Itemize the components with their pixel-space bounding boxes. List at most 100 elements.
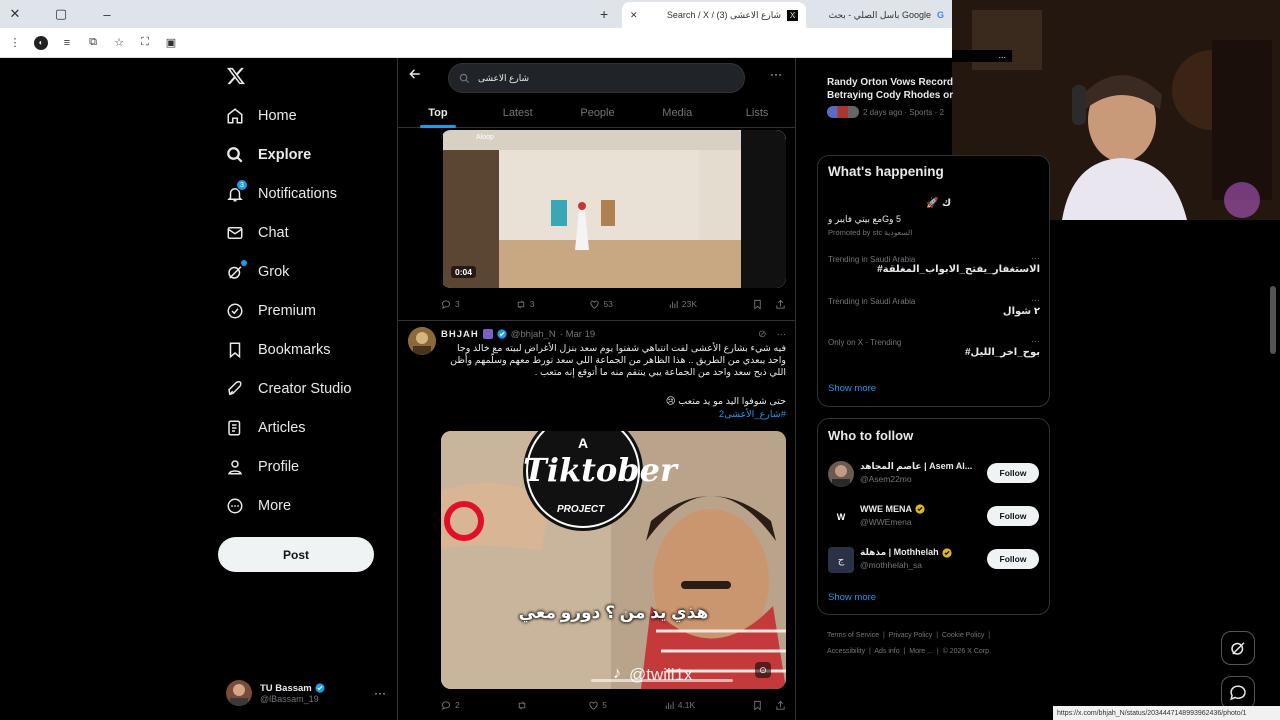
browser-tab-active[interactable]: ✕ Search / X / (3) شارع الاعشى X [622, 2, 806, 28]
messages-float-button[interactable] [1221, 676, 1255, 710]
nav-label: Articles [258, 419, 306, 436]
nav-label: Chat [258, 224, 289, 241]
reading-list-icon[interactable]: ≡ [60, 36, 74, 50]
trend-more-icon[interactable]: ··· [1031, 336, 1040, 346]
tweet-avatar[interactable] [408, 327, 436, 355]
tweet-video[interactable]: Aloop 0:04 [441, 130, 786, 288]
grok-float-button[interactable] [1221, 631, 1255, 665]
tab-people[interactable]: People [558, 98, 638, 128]
account-switcher[interactable]: TU Bassam @lBassam_19 ··· [226, 676, 386, 710]
video-progress-bar[interactable] [591, 679, 733, 682]
bookmark-icon[interactable] [752, 299, 763, 310]
reply-button[interactable]: 2 [441, 700, 460, 711]
views-button[interactable]: 23K [668, 299, 697, 310]
nav-chat[interactable]: Chat [218, 213, 398, 252]
bookmark-icon[interactable] [752, 700, 763, 711]
footer-link[interactable]: Cookie Policy [942, 632, 984, 639]
nav-explore[interactable]: Explore [218, 135, 398, 174]
follow-suggestion[interactable]: W WWE MENA @WWEmena Follow [828, 502, 1040, 530]
tab-lists[interactable]: Lists [717, 98, 795, 128]
trend-item[interactable]: Only on X · Trending #بوح_اخر_الليل ··· [828, 336, 1040, 358]
share-icon[interactable] [775, 700, 786, 711]
nav-home[interactable]: Home [218, 96, 398, 135]
person-icon [228, 459, 242, 474]
reply-button[interactable]: 3 [441, 299, 460, 310]
star-bookmark-icon[interactable]: ☆ [112, 36, 126, 50]
search-options-icon[interactable]: ··· [770, 67, 782, 81]
follow-button[interactable]: Follow [987, 549, 1039, 569]
puzzle-icon[interactable]: ⧉ [86, 36, 100, 50]
cast-icon[interactable]: ▣ [164, 36, 178, 50]
tweet-author-handle[interactable]: @bhjah_N [511, 329, 556, 340]
nav-notifications[interactable]: 3 Notifications [218, 174, 398, 213]
follow-button[interactable]: Follow [987, 463, 1039, 483]
footer-link[interactable]: More ... [909, 648, 933, 655]
x-logo-icon[interactable] [226, 66, 246, 86]
close-window-icon[interactable]: ✕ [0, 0, 30, 28]
account-handle: @Asem22mo [860, 474, 912, 484]
tab-close-icon[interactable]: ✕ [790, 10, 798, 21]
repost-button[interactable]: 3 [515, 299, 534, 310]
tab-top[interactable]: Top [398, 98, 478, 128]
like-button[interactable]: 53 [589, 299, 613, 310]
new-tab-icon[interactable]: + [600, 6, 608, 22]
tweet-video[interactable]: A Tiktober PROJECT هذي يد من ؟ دورو معي … [441, 431, 786, 689]
trend-item[interactable]: Trending in Saudi Arabia ٢ شوال ··· [828, 295, 1040, 317]
nav-profile[interactable]: Profile [218, 447, 398, 486]
page-scrollbar[interactable] [1270, 286, 1276, 354]
nav-label: Bookmarks [258, 341, 331, 358]
browser-tab[interactable]: ✕ باسل الصلي - بحث Google G [782, 2, 952, 28]
tweet-header: BHJAH @bhjah_N · Mar 19 ⊘ ··· [441, 328, 786, 340]
reply-icon [441, 700, 451, 710]
footer-link[interactable]: Terms of Service [827, 632, 879, 639]
minimize-window-icon[interactable]: – [92, 0, 122, 28]
trend-more-icon[interactable]: ··· [1031, 253, 1040, 263]
account-handle: @mothhelah_sa [860, 560, 923, 570]
footer-link[interactable]: Privacy Policy [889, 632, 933, 639]
back-arrow-icon[interactable] [408, 67, 422, 81]
share-icon[interactable] [775, 299, 786, 310]
search-icon [227, 146, 243, 163]
show-more-link[interactable]: Show more [828, 592, 876, 603]
video-settings-icon[interactable]: ⊙ [755, 662, 771, 678]
trend-item[interactable]: Trending in Saudi Arabia #الاستغفار_يفتح… [828, 253, 1040, 275]
nav-articles[interactable]: Articles [218, 408, 398, 447]
screenshot-icon[interactable]: ⛶ [138, 36, 152, 50]
grok-icon[interactable]: ⊘ [758, 329, 766, 340]
like-button[interactable]: 5 [588, 700, 607, 711]
account-more-icon[interactable]: ··· [374, 686, 386, 700]
browser-tabstrip: ✕ ▢ – + ✕ Search / X / (3) شارع الاعشى X… [0, 0, 952, 28]
tab-close-icon[interactable]: ✕ [630, 10, 638, 21]
footer-link[interactable]: Ads info [874, 648, 899, 655]
views-button[interactable]: 4.1K [664, 700, 695, 711]
nav-grok[interactable]: Grok [218, 252, 398, 291]
menu-kebab-icon[interactable]: ⋮ [8, 36, 22, 50]
extension-icon[interactable]: ◐ [34, 35, 48, 50]
tweet-date[interactable]: · Mar 19 [560, 329, 595, 340]
follow-suggestion[interactable]: ج مذهلة | Mothhelah @mothhelah_sa Follow [828, 545, 1040, 573]
restore-window-icon[interactable]: ▢ [46, 0, 76, 28]
tab-title: باسل الصلي - بحث Google [828, 9, 931, 20]
footer-link[interactable]: Accessibility [827, 648, 865, 655]
show-more-link[interactable]: Show more [828, 383, 876, 394]
repost-button[interactable] [516, 700, 531, 711]
follow-button[interactable]: Follow [987, 506, 1039, 526]
nav-more[interactable]: More [218, 486, 398, 525]
tab-media[interactable]: Media [637, 98, 717, 128]
search-header: شارع الاعشى ··· Top Latest People Media … [398, 58, 795, 128]
views-icon [669, 300, 678, 308]
trend-more-icon[interactable]: ··· [1031, 295, 1040, 305]
search-input[interactable]: شارع الاعشى [448, 63, 745, 93]
nav-creator-studio[interactable]: Creator Studio [218, 369, 398, 408]
tab-latest[interactable]: Latest [478, 98, 558, 128]
nav-premium[interactable]: Premium [218, 291, 398, 330]
nav-bookmarks[interactable]: Bookmarks [218, 330, 398, 369]
tweet-more-icon[interactable]: ··· [777, 329, 787, 340]
hashtag-link[interactable]: #شارع_الأعشى2 [441, 409, 786, 421]
post-button[interactable]: Post [218, 537, 374, 572]
promo-text[interactable]: 5 وGمع بيتي فايبر و [828, 214, 901, 225]
news-card[interactable]: Randy Orton Vows Record Betraying Cody R… [827, 76, 962, 118]
follow-suggestion[interactable]: عاصم المجاهد | Asem Al... @Asem22mo Foll… [828, 459, 1040, 487]
verified-badge-icon [315, 683, 325, 693]
tweet-author-name[interactable]: BHJAH [441, 329, 479, 340]
